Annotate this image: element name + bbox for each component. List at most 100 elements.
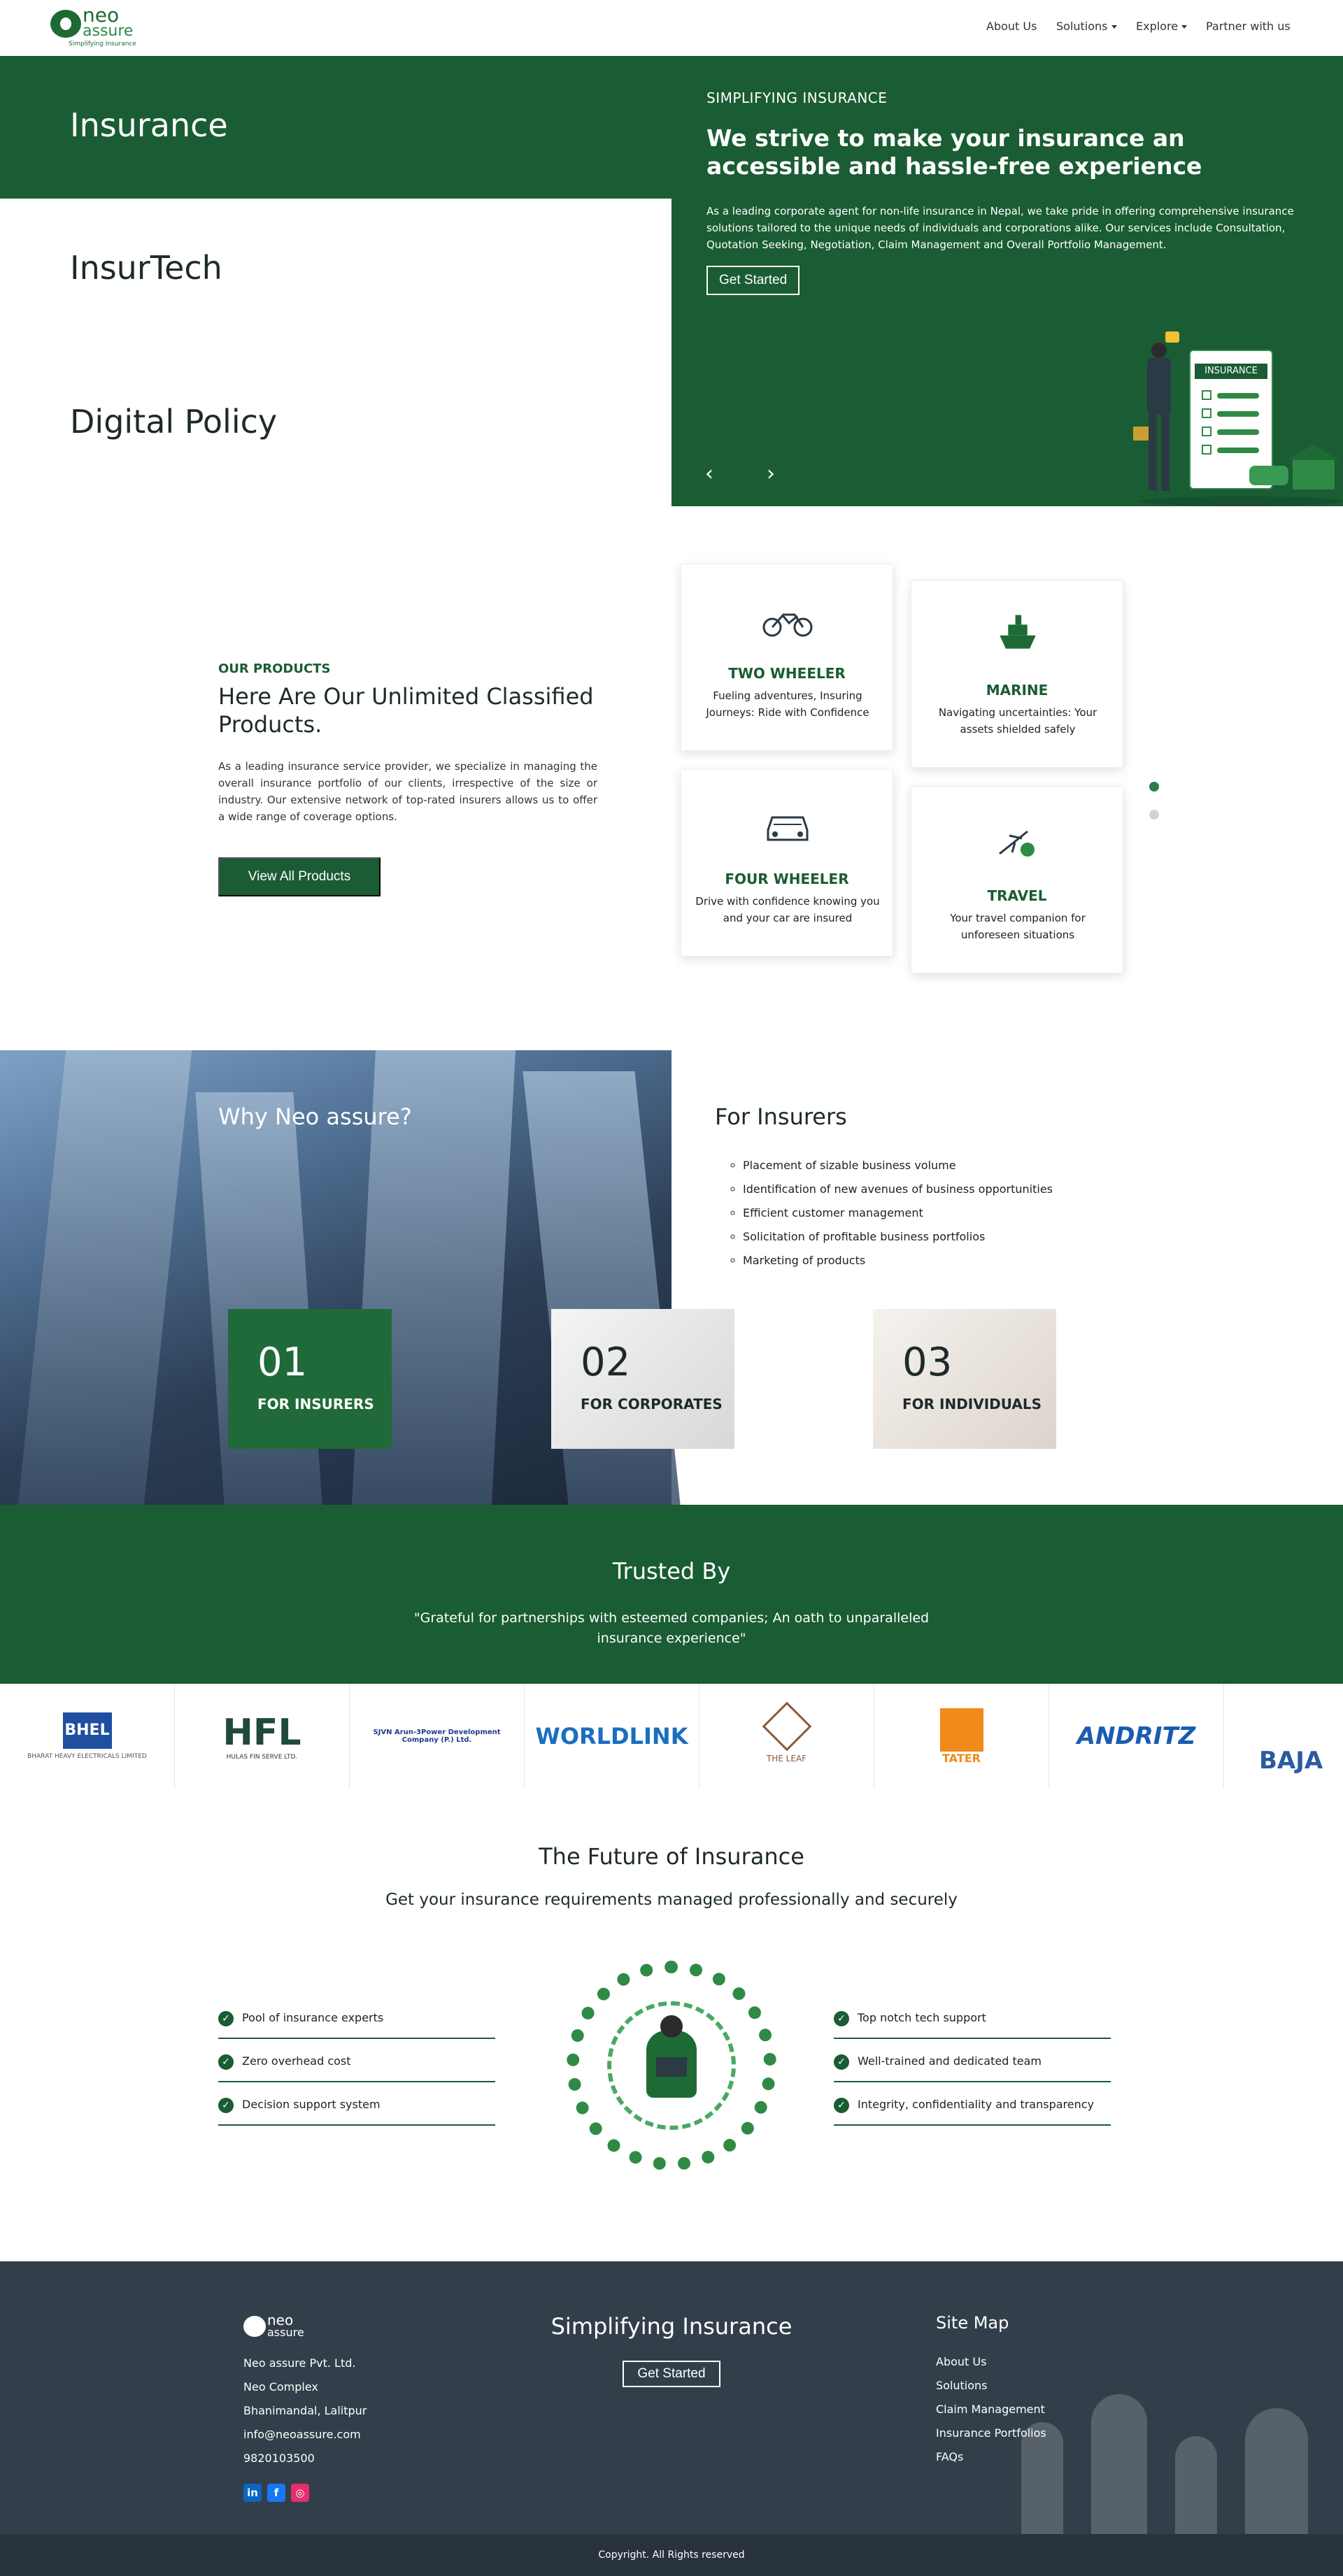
product-card-desc: Fueling adventures, Insuring Journeys: R…	[706, 689, 869, 719]
feature-item: ✓ Zero overhead cost	[218, 2039, 495, 2082]
product-card-title: MARINE	[986, 682, 1049, 699]
check-icon: ✓	[834, 2054, 849, 2070]
feature-item: ✓ Pool of insurance experts	[218, 1996, 495, 2039]
product-card-desc: Your travel companion for unforeseen sit…	[950, 912, 1086, 941]
partner-logo-bhel: BHEL BHARAT HEAVY ELECTRICALS LIMITED	[0, 1684, 175, 1789]
feature-label: Top notch tech support	[858, 2011, 986, 2024]
chevron-right-icon[interactable]: ›	[767, 461, 775, 486]
for-corporates-box[interactable]: 02 FOR CORPORATES	[551, 1309, 734, 1449]
feature-item: ✓ Decision support system	[218, 2082, 495, 2126]
check-icon: ✓	[834, 2098, 849, 2113]
product-card-title: FOUR WHEELER	[725, 871, 849, 887]
partner-logo-text: TATER	[942, 1751, 981, 1765]
footer-logo[interactable]: neo assure	[243, 2312, 313, 2342]
partner-logo-mark: SJVN Arun-3Power Development Company (P.…	[373, 1729, 501, 1744]
list-item: Identification of new avenues of busines…	[743, 1178, 1053, 1201]
nav-solutions[interactable]: Solutions	[1056, 20, 1117, 33]
footer-email[interactable]: info@neoassure.com	[243, 2428, 361, 2441]
for-insurers-list: Placement of sizable business volume Ide…	[743, 1154, 1053, 1273]
site-footer	[0, 2261, 1343, 2534]
chevron-down-icon	[1111, 25, 1117, 29]
products-kicker: OUR PRODUCTS	[218, 661, 331, 676]
footer-address-2: Bhanimandal, Lalitpur	[243, 2404, 367, 2417]
hero-tab-digital-policy[interactable]: Digital Policy	[70, 403, 277, 441]
logo-mark-icon	[50, 10, 81, 38]
nav-explore[interactable]: Explore	[1136, 20, 1188, 33]
footer-address-1: Neo Complex	[243, 2380, 318, 2393]
footer-center-title: Simplifying Insurance	[550, 2313, 793, 2340]
carousel-dot-active[interactable]	[1149, 782, 1159, 792]
logo-assure: assure	[267, 2326, 304, 2339]
hero-heading: We strive to make your insurance an acce…	[706, 124, 1202, 180]
footer-get-started-button[interactable]: Get Started	[623, 2361, 720, 2387]
nav-partner[interactable]: Partner with us	[1206, 20, 1291, 33]
partner-logo-mark: BAJA	[1259, 1747, 1323, 1775]
trusted-section	[0, 1505, 1343, 1684]
check-icon: ✓	[218, 2011, 234, 2026]
box-number: 02	[581, 1340, 631, 1385]
partner-logo-text: HULAS FIN SERVE LTD.	[226, 1754, 298, 1761]
sitemap-link-faqs[interactable]: FAQs	[936, 2450, 963, 2463]
hero-text: As a leading corporate agent for non-lif…	[706, 205, 1294, 251]
hero-illustration: INSURANCE	[1112, 322, 1343, 506]
feature-label: Well-trained and dedicated team	[858, 2054, 1042, 2068]
illustration-insurance-label: INSURANCE	[1195, 364, 1267, 379]
facebook-icon[interactable]: f	[267, 2484, 285, 2502]
products-heading: Here Are Our Unlimited Classified Produc…	[218, 683, 594, 738]
box-label: FOR INSURERS	[257, 1396, 374, 1412]
partner-logo-the-leaf: THE LEAF	[699, 1684, 874, 1789]
tater-icon	[939, 1708, 983, 1752]
sitemap-title: Site Map	[936, 2313, 1009, 2333]
logo[interactable]: neo assure Simplifying Insurance	[50, 6, 141, 50]
carousel-dot[interactable]	[1149, 810, 1159, 820]
partner-logo-sjvn: SJVN Arun-3Power Development Company (P.…	[350, 1684, 525, 1789]
trusted-title: Trusted By	[612, 1558, 731, 1584]
partner-logo-bajaj: BAJA	[1224, 1684, 1343, 1789]
list-item: Solicitation of profitable business port…	[743, 1225, 1053, 1249]
footer-company: Neo assure Pvt. Ltd.	[243, 2356, 356, 2370]
product-card-title: TRAVEL	[987, 887, 1047, 904]
for-insurers-title: For Insurers	[715, 1103, 847, 1130]
nav-about-us[interactable]: About Us	[986, 20, 1037, 33]
hero-tabs-bg	[0, 199, 672, 506]
for-individuals-box[interactable]: 03 FOR INDIVIDUALS	[873, 1309, 1056, 1449]
logo-mark-icon	[243, 2316, 266, 2337]
partner-logo-mark: BHEL	[62, 1712, 112, 1749]
product-card-two-wheeler[interactable]: TWO WHEELER Fueling adventures, Insuring…	[681, 564, 893, 751]
hero-tab-insurance[interactable]: Insurance	[70, 106, 228, 144]
partner-logo-andritz: ANDRITZ	[1049, 1684, 1224, 1789]
partner-logos: BHEL BHARAT HEAVY ELECTRICALS LIMITED HF…	[0, 1684, 1343, 1789]
feature-label: Pool of insurance experts	[242, 2011, 384, 2024]
hero-tab-insurtech[interactable]: InsurTech	[70, 249, 222, 287]
footer-phone[interactable]: 9820103500	[243, 2452, 315, 2465]
for-insurers-box[interactable]: 01 FOR INSURERS	[228, 1309, 392, 1449]
chevron-down-icon	[1181, 25, 1188, 29]
partner-logo-text: BHARAT HEAVY ELECTRICALS LIMITED	[27, 1753, 147, 1760]
box-label: FOR INDIVIDUALS	[902, 1396, 1042, 1412]
feature-label: Integrity, confidentiality and transpare…	[858, 2098, 1095, 2111]
sitemap-link-claim[interactable]: Claim Management	[936, 2403, 1045, 2416]
hero-get-started-button[interactable]: Get Started	[706, 266, 800, 295]
box-label: FOR CORPORATES	[581, 1396, 723, 1412]
partner-logo-mark: HFL	[222, 1712, 301, 1754]
why-title: Why Neo assure?	[218, 1103, 412, 1130]
view-all-products-button[interactable]: View All Products	[218, 857, 381, 896]
motorcycle-icon	[762, 613, 813, 637]
partner-logo-text: THE LEAF	[766, 1754, 807, 1763]
sitemap-link-solutions[interactable]: Solutions	[936, 2379, 988, 2392]
product-card-four-wheeler[interactable]: FOUR WHEELER Drive with confidence knowi…	[681, 769, 893, 957]
hero-kicker: SIMPLIFYING INSURANCE	[706, 90, 888, 106]
future-subtitle: Get your insurance requirements managed …	[385, 1891, 958, 1909]
product-card-marine[interactable]: MARINE Navigating uncertainties: Your as…	[911, 580, 1123, 768]
linkedin-icon[interactable]: in	[243, 2484, 262, 2502]
instagram-icon[interactable]: ◎	[291, 2484, 309, 2502]
feature-item: ✓ Well-trained and dedicated team	[834, 2039, 1111, 2082]
chevron-left-icon[interactable]: ‹	[705, 461, 713, 486]
footer-silhouette-illustration	[993, 2366, 1343, 2534]
product-card-travel[interactable]: TRAVEL Your travel companion for unfores…	[911, 786, 1123, 973]
sitemap-link-about[interactable]: About Us	[936, 2355, 986, 2368]
box-number: 01	[257, 1340, 308, 1385]
nav-explore-label: Explore	[1136, 20, 1179, 33]
sitemap-link-portfolios[interactable]: Insurance Portfolios	[936, 2426, 1046, 2440]
list-item: Marketing of products	[743, 1249, 1053, 1273]
